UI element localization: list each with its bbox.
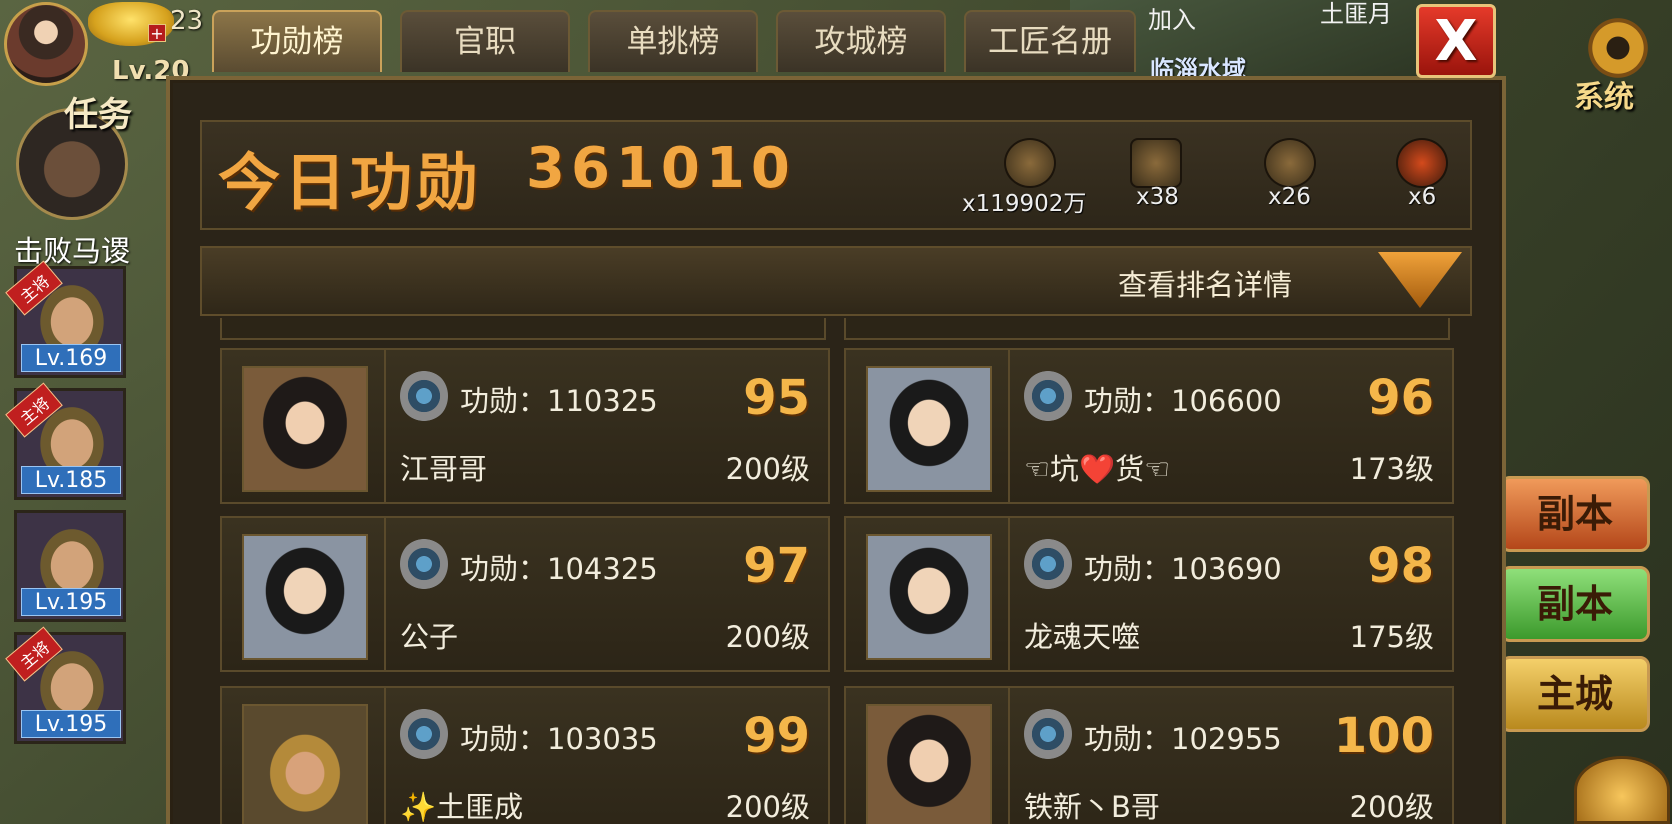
list-item[interactable]: 功勋：106600 96 ☜坑❤️货☜ 173级 — [844, 348, 1454, 504]
hero-level: Lv.185 — [21, 466, 121, 494]
today-merit-value: 361010 — [526, 136, 796, 201]
player-name: 龙魂天噬 — [1024, 620, 1141, 654]
tab-merit-rank[interactable]: 功勋榜 — [212, 10, 382, 72]
rank-number: 95 — [743, 370, 810, 426]
rank-detail-label[interactable]: 查看排名详情 — [1118, 262, 1292, 304]
player-portrait — [242, 704, 368, 824]
player-portrait — [242, 534, 368, 660]
tab-duel-rank[interactable]: 单挑榜 — [588, 10, 758, 72]
player-portrait — [242, 366, 368, 492]
rank-number: 100 — [1333, 708, 1434, 764]
merit-score: 103035 — [547, 722, 658, 756]
system-label[interactable]: 系统 — [1574, 72, 1634, 116]
list-item[interactable]: 功勋：104325 97 公子 200级 — [220, 516, 830, 672]
hero-level: Lv.195 — [21, 710, 121, 738]
warriors-icon — [1264, 138, 1316, 188]
rank-emblem-icon — [1024, 708, 1072, 760]
merit-score: 104325 — [547, 552, 658, 586]
player-name: ☜坑❤️货☜ — [1024, 452, 1171, 486]
main-city-button[interactable]: 主城 — [1500, 656, 1650, 732]
list-item[interactable]: 功勋：110325 95 江哥哥 200级 — [220, 348, 830, 504]
list-item[interactable]: 功勋：103035 99 ✨土匪成 200级 — [220, 686, 830, 824]
currency-value: 23 — [170, 6, 204, 36]
today-merit-title: 今日功勋 — [218, 146, 483, 219]
merit-score: 102955 — [1171, 722, 1282, 756]
player-name: 公子 — [400, 620, 459, 654]
rank-emblem-icon — [400, 370, 448, 422]
list-item[interactable]: 功勋：102955 100 铁新丶B哥 200级 — [844, 686, 1454, 824]
map-join-label: 加入 — [1148, 6, 1196, 34]
rank-emblem-icon — [1024, 538, 1072, 590]
tab-siege-rank[interactable]: 攻城榜 — [776, 10, 946, 72]
soldier-icon — [1004, 138, 1056, 188]
rank-emblem-icon — [1024, 370, 1072, 422]
quest-label: 任务 — [64, 95, 132, 135]
list-item — [220, 318, 826, 340]
reward-count: x6 — [1408, 184, 1437, 210]
rank-number: 97 — [743, 538, 810, 594]
rank-number: 96 — [1367, 370, 1434, 426]
quest-text[interactable]: 击败马谡 — [14, 228, 130, 270]
tab-artisan-roster[interactable]: 工匠名册 — [964, 10, 1136, 72]
rank-emblem-icon — [400, 708, 448, 760]
fort-icon — [1130, 138, 1182, 188]
banner-icon — [1396, 138, 1448, 188]
list-item[interactable]: 功勋：103690 98 龙魂天噬 175级 — [844, 516, 1454, 672]
player-avatar[interactable] — [4, 2, 88, 86]
list-item — [844, 318, 1450, 340]
dungeon-button[interactable]: 副本 — [1500, 476, 1650, 552]
game-screen: 加入 土匪月 临淄水域 + 23 Lv.20 任务 击败马谡 主将 Lv.169… — [0, 0, 1672, 824]
merit-score: 103690 — [1171, 552, 1282, 586]
reward-count: x119902万 — [962, 191, 1087, 217]
rank-emblem-icon — [400, 538, 448, 590]
player-portrait — [866, 366, 992, 492]
rank-number: 99 — [743, 708, 810, 764]
player-level: 173级 — [1349, 452, 1434, 486]
merit-score: 110325 — [547, 384, 658, 418]
player-name: ✨土匪成 — [400, 790, 524, 824]
reward-count: x26 — [1268, 184, 1311, 210]
hero-level: Lv.195 — [21, 588, 121, 616]
player-portrait — [866, 704, 992, 824]
expand-icon[interactable] — [1574, 756, 1670, 824]
close-button[interactable]: X — [1416, 4, 1496, 78]
reward-count: x38 — [1136, 184, 1179, 210]
player-name: 铁新丶B哥 — [1024, 790, 1160, 824]
hero-slot[interactable]: 主将 Lv.169 — [5, 260, 126, 378]
player-level: 175级 — [1349, 620, 1434, 654]
map-user-label: 土匪月 — [1320, 0, 1392, 28]
tab-official-post[interactable]: 官职 — [400, 10, 570, 72]
hero-slot[interactable]: Lv.195 — [14, 510, 126, 622]
dungeon-button-2[interactable]: 副本 — [1500, 566, 1650, 642]
player-level: 200级 — [725, 452, 810, 486]
hero-slot[interactable]: 主将 Lv.185 — [5, 382, 126, 500]
player-name: 江哥哥 — [400, 452, 488, 486]
player-level: 200级 — [725, 620, 810, 654]
player-level: 200级 — [1349, 790, 1434, 824]
plus-icon[interactable]: + — [148, 24, 166, 43]
player-level: 200级 — [725, 790, 810, 824]
player-portrait — [866, 534, 992, 660]
hero-slot[interactable]: 主将 Lv.195 — [5, 626, 126, 744]
merit-score: 106600 — [1171, 384, 1282, 418]
rank-number: 98 — [1367, 538, 1434, 594]
hero-level: Lv.169 — [21, 344, 121, 372]
